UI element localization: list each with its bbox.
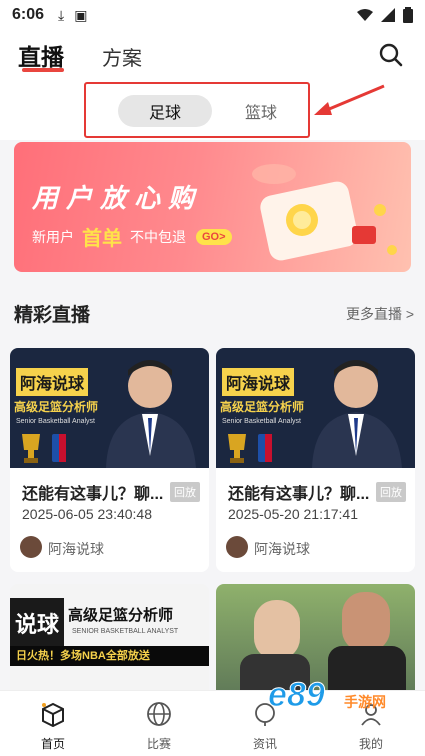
card-thumbnail: 阿海说球 高级足篮分析师 Senior Basketball Analyst	[216, 348, 415, 468]
presenter-portrait	[106, 360, 196, 468]
battery-icon	[403, 7, 413, 23]
status-bar: 6:06 ⤓ ▣	[0, 0, 425, 30]
avatar	[20, 536, 42, 558]
status-right	[357, 7, 413, 23]
annotation-arrow-icon	[314, 84, 385, 115]
banner-highlight: 首单	[82, 228, 122, 250]
top-header: 直播 方案	[0, 30, 425, 80]
live-card[interactable]: 阿海说球 高级足篮分析师 Senior Basketball Analyst 还…	[216, 348, 415, 572]
live-card[interactable]: 说球 高级足篮分析师 SENIOR BASKETBALL ANALYST 日火热…	[10, 584, 209, 694]
tab-live[interactable]: 直播	[18, 38, 64, 72]
card-author: 阿海说球	[48, 541, 104, 557]
search-icon[interactable]	[378, 42, 404, 68]
tab-plan[interactable]: 方案	[102, 42, 142, 71]
card-author: 阿海说球	[254, 541, 310, 557]
thumb-subtitle: 高级足篮分析师	[68, 607, 174, 624]
nav-label: 比赛	[146, 737, 171, 751]
nav-label: 我的	[358, 737, 383, 751]
thumb-name: 说球	[10, 598, 64, 648]
trophy-icon	[22, 434, 66, 463]
tab-football[interactable]: 足球	[118, 95, 212, 127]
nav-matches[interactable]: 比赛	[106, 691, 212, 756]
promo-banner[interactable]: 用户放心购 新用户 首单 不中包退 GO>	[14, 142, 411, 272]
watermark-brand: e89	[268, 676, 326, 715]
banner-suffix: 不中包退	[130, 228, 186, 245]
status-time: 6:06	[12, 6, 45, 23]
card-title: 还能有这事儿？聊...	[22, 486, 164, 503]
globe-icon	[147, 702, 171, 726]
site-watermark: e89 手游网	[268, 676, 408, 726]
replay-badge: 回放	[376, 482, 406, 502]
thumb-strip: 日火热！多场NBA全部放送	[10, 646, 209, 666]
card-thumbnail: 阿海说球 高级足篮分析师 Senior Basketball Analyst	[10, 348, 209, 468]
wifi-icon	[357, 9, 373, 21]
signal-icon	[381, 8, 395, 22]
nav-home[interactable]: 首页	[0, 691, 106, 756]
watermark-text: 手游网	[344, 694, 386, 710]
calendar-coin-illustration	[252, 164, 397, 261]
section-title: 精彩直播	[14, 305, 91, 326]
replay-badge: 回放	[170, 482, 200, 502]
thumb-subtitle: 高级足篮分析师	[14, 400, 99, 414]
thumb-small-text: Senior Basketball Analyst	[16, 418, 95, 425]
thumb-subtitle: 高级足篮分析师	[220, 400, 305, 414]
presenter-portrait	[312, 360, 402, 468]
card-time: 2025-05-20 21:17:41	[228, 506, 358, 522]
thumb-name: 阿海说球	[16, 368, 89, 396]
banner-title: 用户放心购	[32, 183, 203, 213]
thumb-name: 阿海说球	[222, 368, 295, 396]
tab-live-indicator	[22, 68, 64, 72]
live-card[interactable]: 阿海说球 高级足篮分析师 Senior Basketball Analyst 还…	[10, 348, 209, 572]
banner-subtitle: 新用户 首单 不中包退 GO>	[32, 222, 232, 251]
banner-prefix: 新用户	[32, 228, 74, 245]
avatar	[226, 536, 248, 558]
tab-basketball[interactable]: 篮球	[216, 95, 306, 127]
box-icon	[42, 702, 64, 727]
banner-go-button[interactable]: GO>	[196, 228, 232, 245]
thumb-small-text: Senior Basketball Analyst	[222, 418, 301, 425]
nav-label: 首页	[40, 737, 65, 751]
thumbnail-person	[342, 592, 390, 652]
download-icon: ⤓	[58, 6, 65, 23]
thumbnail-person	[254, 600, 300, 660]
card-title: 还能有这事儿？聊...	[228, 486, 370, 503]
more-live-link[interactable]: 更多直播 >	[346, 304, 414, 324]
thumb-small-text: SENIOR BASKETBALL ANALYST	[72, 628, 179, 635]
trophy-icon	[228, 434, 272, 463]
card-time: 2025-06-05 23:40:48	[22, 506, 152, 522]
nav-label: 资讯	[252, 737, 277, 751]
notification-icon: ▣	[74, 6, 88, 23]
